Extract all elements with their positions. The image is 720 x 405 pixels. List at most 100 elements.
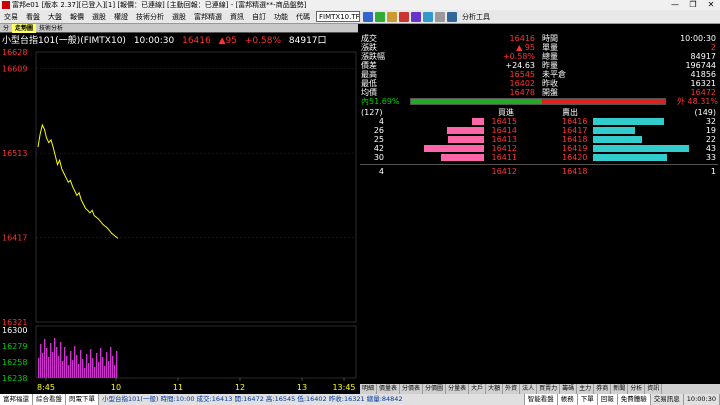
quote-label: 開盤 [542, 88, 558, 97]
volume-bar [62, 361, 64, 378]
title-bar: 富邦e01 [版本 2.37][已登入][1] [報價：已連線] [主動回報：已… [0, 0, 720, 10]
detail-tab[interactable]: 買賣力 [537, 384, 561, 394]
detail-tab[interactable]: 大額 [486, 384, 504, 394]
status-account-button[interactable]: 帳務 [557, 394, 578, 405]
menu-item-warrant[interactable]: 權證 [110, 10, 132, 23]
ask-qty: 32 [705, 117, 716, 126]
menu-item-quote[interactable]: 報價 [66, 10, 88, 23]
detail-tab[interactable]: 籌碼 [560, 384, 578, 394]
symbol-input[interactable]: FIMTX10.TF [316, 11, 360, 22]
quote-value: 16416 [509, 34, 535, 43]
detail-tab[interactable]: 新聞 [611, 384, 629, 394]
menu-item-function[interactable]: 功能 [270, 10, 292, 23]
status-home-button[interactable]: 富邦福還 [0, 394, 33, 405]
menu-item-technical[interactable]: 技術分析 [132, 10, 168, 23]
price-tick-label: 16513 [2, 149, 27, 158]
volume-bar [60, 342, 62, 378]
layout-icon[interactable] [411, 11, 421, 22]
menu-item-market[interactable]: 大盤 [44, 10, 66, 23]
price-chart[interactable]: 1662816609165131641716321163001627916258… [0, 48, 358, 394]
detail-tab[interactable]: 分價表 [400, 384, 424, 394]
status-quick-order-button[interactable]: 閃電下單 [66, 394, 99, 405]
price-tick-label: 16609 [2, 65, 27, 74]
analysis-tools-menu[interactable]: 分析工具 [458, 10, 494, 23]
bid-depth-bar [472, 118, 484, 125]
menu-item-featured[interactable]: 富邦精選 [190, 10, 226, 23]
status-bar: 富邦福還 綜合看盤 閃電下單 小型台指101(一般) 時間:10:00 成交:1… [0, 394, 720, 405]
status-clock: 10:00:30 [684, 394, 720, 405]
volume-bar [112, 356, 114, 378]
detail-tab[interactable]: 分析 [628, 384, 646, 394]
settings-icon[interactable] [435, 11, 445, 22]
window-icon[interactable] [423, 11, 433, 22]
volume-bar [66, 356, 68, 378]
ask-price: 16419 [562, 144, 588, 153]
alert-icon[interactable] [399, 11, 409, 22]
volume-tick-label: 16258 [2, 358, 27, 367]
volume-bar [76, 355, 78, 378]
status-trial-button[interactable]: 免費體驗 [617, 394, 651, 405]
menu-item-info[interactable]: 資訊 [226, 10, 248, 23]
ask-price: 16416 [562, 117, 588, 126]
price-tick-label: 16417 [2, 234, 27, 243]
menu-item-watch[interactable]: 看盤 [22, 10, 44, 23]
menu-item-custom[interactable]: 自訂 [248, 10, 270, 23]
time-tick-label: 10 [111, 383, 121, 392]
price-series-line [37, 123, 119, 239]
detail-tab[interactable]: 分價圖 [423, 384, 447, 394]
quote-value: +24.63 [505, 61, 535, 70]
tab-technical[interactable]: 技術分析 [36, 24, 66, 33]
status-smart-button[interactable]: 智能看盤 [524, 394, 558, 405]
grid-icon[interactable] [363, 11, 373, 22]
maximize-button[interactable]: ❐ [684, 0, 702, 10]
volume-bar [48, 357, 50, 378]
ask-qty: 22 [705, 135, 716, 144]
folder-icon[interactable] [387, 11, 397, 22]
volume-bar [90, 349, 92, 378]
price-tick-label: 16628 [2, 48, 27, 57]
menu-item-trade[interactable]: 交易 [0, 10, 22, 23]
quote-label: 時間 [542, 34, 558, 43]
chart-icon[interactable] [375, 11, 385, 22]
cursor-icon[interactable] [447, 11, 457, 22]
menu-item-screener[interactable]: 選股 [88, 10, 110, 23]
quote-value: 2 [710, 43, 716, 52]
detail-tab[interactable]: 明細 [360, 384, 378, 394]
volume-bar [92, 358, 94, 378]
outer-pct: 外 48.31% [676, 97, 718, 106]
detail-tab[interactable]: 券商 [594, 384, 612, 394]
status-report-button[interactable]: 回報 [597, 394, 618, 405]
sum-ask-qty: 1 [710, 167, 716, 176]
bid-depth-bar [448, 136, 484, 143]
volume-bar [80, 350, 82, 378]
tab-trend[interactable]: 走勢圖 [12, 23, 37, 33]
minimize-button[interactable]: — [666, 0, 684, 10]
detail-tab[interactable]: 價量表 [377, 384, 401, 394]
detail-tab[interactable]: 主力 [577, 384, 595, 394]
detail-tab[interactable]: 資訊 [645, 384, 663, 394]
close-button[interactable]: ✕ [702, 0, 720, 10]
chart-time: 10:00:30 [133, 36, 175, 46]
volume-bar [56, 347, 58, 378]
volume-bar [42, 353, 44, 378]
ask-price: 16418 [562, 135, 588, 144]
detail-tab[interactable]: 大戶 [469, 384, 487, 394]
status-order-button[interactable]: 下單 [577, 394, 598, 405]
detail-tab[interactable]: 分量表 [446, 384, 470, 394]
quote-label: 均價 [361, 88, 377, 97]
detail-tab[interactable]: 法人 [520, 384, 538, 394]
ask-qty: 19 [705, 126, 716, 135]
status-ticker: 小型台指101(一般) 時間:10:00 成交:16413 開:16472 高:… [99, 394, 525, 405]
ask-depth-bar [593, 154, 667, 161]
volume-bar [74, 346, 76, 378]
volume-bar [64, 347, 66, 378]
menu-item-screener-2[interactable]: 選股 [168, 10, 190, 23]
volume-bar [116, 351, 118, 378]
volume-bar [72, 360, 74, 378]
tab-minute[interactable]: 分 [0, 24, 12, 33]
status-trade-message[interactable]: 交易訊息 [651, 394, 684, 405]
bid-qty: 42 [373, 144, 384, 153]
status-overview-button[interactable]: 綜合看盤 [33, 394, 66, 405]
quote-label: 成交 [361, 34, 377, 43]
detail-tab[interactable]: 外資 [503, 384, 521, 394]
